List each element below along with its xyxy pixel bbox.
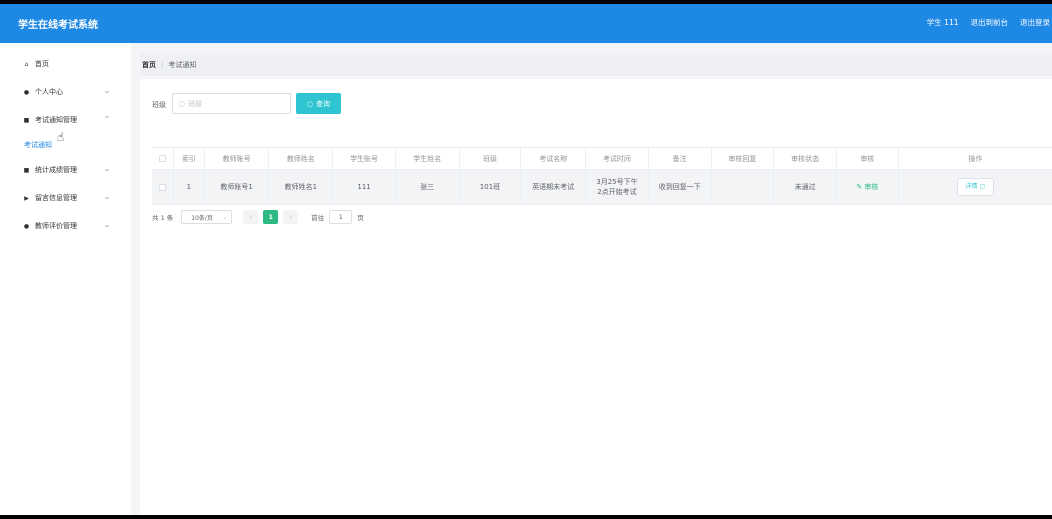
total-count: 共 1 条 <box>152 214 174 222</box>
breadcrumb-separator: / <box>161 60 164 69</box>
cell-teacher-account: 教师账号1 <box>205 170 270 204</box>
chevron-down-icon: ⌄ <box>103 87 111 95</box>
goto-suffix: 页 <box>357 214 364 222</box>
sidebar-item-score-stats-management[interactable]: ■ 统计成绩管理 ⌄ <box>0 156 131 184</box>
chevron-up-icon: ⌃ <box>103 115 111 123</box>
table-row: 1 教师账号1 教师姓名1 111 张三 101班 英语期末考试 3月25号下午… <box>152 170 1052 205</box>
current-user-label: 学生 111 <box>926 18 959 27</box>
next-page-button[interactable]: › <box>283 210 299 224</box>
sidebar: ⌂ 首页 ● 个人中心 ⌄ ■ 考试通知管理 ⌃ 考试通知 ■ 统计成绩管理 ⌄… <box>0 43 131 515</box>
col-actions: 操作 <box>968 154 983 163</box>
col-audit-status: 审核状态 <box>774 148 837 169</box>
sidebar-item-home[interactable]: ⌂ 首页 <box>0 50 131 78</box>
detail-button[interactable]: 详情 ▢ <box>956 178 994 196</box>
sidebar-item-personal-center[interactable]: ● 个人中心 ⌄ <box>0 78 131 106</box>
notice-icon: ■ <box>23 116 30 124</box>
class-filter-label: 班级 <box>152 101 166 109</box>
cell-audit: ✎ 审核 <box>837 170 899 204</box>
col-remark: 备注 <box>649 148 712 169</box>
flag-icon: ▶ <box>24 194 29 202</box>
sidebar-item-teacher-rating-management[interactable]: ● 教师评价管理 ⌄ <box>0 212 131 240</box>
cell-class: 101班 <box>460 170 522 204</box>
query-button-label: 查询 <box>316 99 331 108</box>
col-teacher-account: 教师账号 <box>205 148 270 169</box>
col-teacher-name: 教师姓名 <box>269 148 334 169</box>
cell-remark: 收到回复一下 <box>649 170 712 204</box>
row-checkbox[interactable] <box>158 183 166 191</box>
breadcrumb-current: 考试通知 <box>168 60 197 69</box>
col-student-name: 学生姓名 <box>396 148 460 169</box>
prev-page-button[interactable]: ‹ <box>243 210 259 224</box>
exit-to-frontend-link[interactable]: 退出到前台 <box>971 17 1009 28</box>
sidebar-item-exam-notice-management[interactable]: ■ 考试通知管理 ⌃ <box>0 106 131 134</box>
sidebar-item-label: 教师评价管理 <box>35 222 77 230</box>
app-title: 学生在线考试系统 <box>18 20 98 31</box>
pagination: 共 1 条 10条/页 ⌄ ‹ 1 › 前往 页 <box>152 210 364 224</box>
logout-link[interactable]: 退出登录 <box>1020 17 1050 28</box>
cell-student-account: 111 <box>333 170 396 204</box>
col-audit-reply: 审核回复 <box>712 148 775 169</box>
page-size-select[interactable]: 10条/页 ⌄ <box>181 210 233 224</box>
search-icon: ○ <box>306 99 314 108</box>
cell-index: 1 <box>174 170 205 204</box>
main-area: 首页 / 考试通知 班级 ○ ○ 查询 索引 教师账号 教师姓名 学生账号 学生… <box>131 43 1052 515</box>
stats-icon: ■ <box>23 166 30 174</box>
audit-link-label: 审核 <box>864 183 879 191</box>
exam-notice-table: 索引 教师账号 教师姓名 学生账号 学生姓名 班级 考试名称 考试时间 备注 审… <box>152 147 1052 205</box>
sidebar-subitem-exam-notice[interactable]: 考试通知 <box>0 134 131 156</box>
chevron-down-icon: ⌄ <box>222 213 228 221</box>
cell-exam-name: 英语期末考试 <box>521 170 587 204</box>
row-select-cell <box>152 170 174 204</box>
home-icon: ⌂ <box>24 60 29 68</box>
col-audit: 审核 <box>837 148 899 169</box>
breadcrumb-home[interactable]: 首页 <box>142 60 156 70</box>
col-student-account: 学生账号 <box>333 148 396 169</box>
sidebar-item-label: 考试通知管理 <box>35 116 77 124</box>
cell-teacher-name: 教师姓名1 <box>269 170 334 204</box>
goto-page-input[interactable] <box>329 210 353 224</box>
top-header-bar: 学生在线考试系统 学生 111 退出到前台 退出登录 <box>0 4 1052 43</box>
cell-audit-reply <box>712 170 775 204</box>
cell-student-name: 张三 <box>396 170 460 204</box>
table-header-row: 索引 教师账号 教师姓名 学生账号 学生姓名 班级 考试名称 考试时间 备注 审… <box>152 148 1052 170</box>
sidebar-item-message-management[interactable]: ▶ 留言信息管理 ⌄ <box>0 184 131 212</box>
col-exam-time: 考试时间 <box>586 148 649 169</box>
rating-icon: ● <box>23 222 30 230</box>
goto-label: 前往 <box>311 214 325 222</box>
audit-link[interactable]: ✎ 审核 <box>856 182 878 192</box>
query-button[interactable]: ○ 查询 <box>296 93 341 114</box>
chevron-down-icon: ⌄ <box>103 165 111 173</box>
header-links: 学生 111 退出到前台 退出登录 <box>927 17 1050 28</box>
breadcrumb: 首页 / 考试通知 <box>140 53 1052 76</box>
hand-cursor-icon: ☝ <box>57 130 65 144</box>
select-all-checkbox[interactable] <box>158 155 166 162</box>
sidebar-item-label: 个人中心 <box>35 88 63 96</box>
page-size-value: 10条/页 <box>191 214 213 222</box>
class-search-field[interactable]: ○ <box>172 93 291 114</box>
content-panel: 班级 ○ ○ 查询 索引 教师账号 教师姓名 学生账号 学生姓名 班级 考试名称… <box>140 79 1052 515</box>
cell-audit-status: 未通过 <box>774 170 837 204</box>
class-search-input[interactable] <box>188 99 279 108</box>
col-class: 班级 <box>460 148 522 169</box>
col-exam-name: 考试名称 <box>521 148 587 169</box>
chevron-down-icon: ⌄ <box>103 221 111 229</box>
user-icon: ● <box>23 88 30 96</box>
sidebar-item-label: 首页 <box>35 60 49 68</box>
search-icon: ○ <box>179 99 186 108</box>
cell-actions: 详情 ▢ <box>899 170 1052 204</box>
page-number-1[interactable]: 1 <box>263 210 279 224</box>
sidebar-item-label: 留言信息管理 <box>35 194 77 202</box>
sidebar-item-label: 统计成绩管理 <box>35 166 77 174</box>
select-all-cell <box>152 148 174 169</box>
col-index: 索引 <box>174 148 205 169</box>
chevron-down-icon: ⌄ <box>103 193 111 201</box>
detail-button-label: 详情 <box>965 183 978 190</box>
detail-icon: ▢ <box>979 183 986 190</box>
cell-exam-time: 3月25号下午2点开始考试 <box>586 170 649 204</box>
